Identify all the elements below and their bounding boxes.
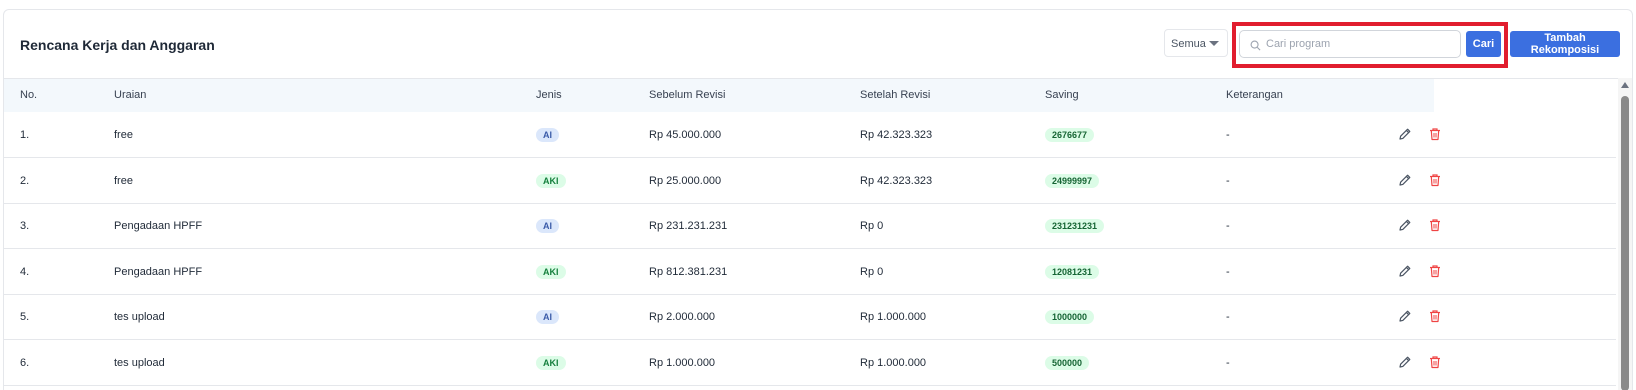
cell-setelah-revisi: Rp 0 xyxy=(860,220,884,232)
jenis-badge: AI xyxy=(536,128,559,142)
cell-setelah-revisi: Rp 1.000.000 xyxy=(860,311,927,323)
chevron-down-icon xyxy=(1209,41,1219,46)
cell-sebelum-revisi: Rp 2.000.000 xyxy=(649,311,716,323)
trash-icon[interactable] xyxy=(1427,263,1443,279)
search-icon xyxy=(1250,38,1261,56)
page-title: Rencana Kerja dan Anggaran xyxy=(20,37,215,53)
cell-uraian: tes upload xyxy=(114,311,165,323)
saving-badge: 12081231 xyxy=(1045,264,1100,279)
cell-no: 4. xyxy=(20,265,30,278)
table-header: No. Uraian Jenis Sebelum Revisi Setelah … xyxy=(4,79,1434,112)
cell-keterangan: - xyxy=(1226,174,1230,187)
saving-badge: 500000 xyxy=(1045,355,1090,370)
cell-sebelum-revisi: Rp 25.000.000 xyxy=(649,174,722,187)
cell-keterangan: - xyxy=(1226,265,1230,278)
column-header-jenis: Jenis xyxy=(536,89,562,101)
cell-no: 2. xyxy=(20,174,30,187)
column-header-no: No. xyxy=(20,89,38,101)
table-row: 2. free AKI Rp 25.000.000 Rp 42.323.323 24999… xyxy=(4,158,1616,204)
jenis-badge: AKI xyxy=(536,355,566,370)
cell-uraian: free xyxy=(114,129,133,141)
table-row: 6. tes upload AKI Rp 1.000.000 Rp 1.000.000 5… xyxy=(4,340,1616,386)
pencil-icon[interactable] xyxy=(1397,308,1413,324)
cell-keterangan: - xyxy=(1226,220,1230,232)
search-box[interactable] xyxy=(1239,30,1461,58)
saving-badge: 1000000 xyxy=(1045,310,1095,324)
jenis-badge: AI xyxy=(536,310,559,324)
cell-sebelum-revisi: Rp 231.231.231 xyxy=(649,220,728,232)
trash-icon[interactable] xyxy=(1427,217,1443,233)
search-input[interactable] xyxy=(1266,35,1451,53)
trash-icon[interactable] xyxy=(1427,308,1443,324)
cell-setelah-revisi: Rp 42.323.323 xyxy=(860,174,933,187)
cell-setelah-revisi: Rp 1.000.000 xyxy=(860,356,927,369)
saving-badge: 231231231 xyxy=(1045,219,1105,233)
column-header-keterangan: Keterangan xyxy=(1226,89,1283,101)
cell-no: 3. xyxy=(20,220,30,232)
rka-card: Rencana Kerja dan Anggaran Semua Cari Ta… xyxy=(3,9,1633,390)
column-header-sebelum-revisi: Sebelum Revisi xyxy=(649,89,726,101)
scroll-up-arrow-icon[interactable] xyxy=(1621,82,1629,88)
pencil-icon[interactable] xyxy=(1397,126,1413,142)
jenis-badge: AKI xyxy=(536,173,566,188)
trash-icon[interactable] xyxy=(1427,172,1443,188)
column-header-saving: Saving xyxy=(1045,89,1079,101)
jenis-filter-select[interactable]: Semua xyxy=(1164,29,1228,57)
scroll-thumb[interactable] xyxy=(1621,96,1629,390)
trash-icon[interactable] xyxy=(1427,354,1443,370)
table-row: 5. tes upload AI Rp 2.000.000 Rp 1.000.000 10… xyxy=(4,294,1616,340)
cell-no: 1. xyxy=(20,129,30,141)
jenis-badge: AKI xyxy=(536,264,566,279)
saving-badge: 24999997 xyxy=(1045,173,1100,188)
data-table: No. Uraian Jenis Sebelum Revisi Setelah … xyxy=(4,78,1632,390)
cell-keterangan: - xyxy=(1226,311,1230,323)
search-button[interactable]: Cari xyxy=(1466,31,1501,57)
table-row: 4. Pengadaan HPFF AKI Rp 812.381.231 Rp 0 120… xyxy=(4,249,1616,295)
saving-badge: 2676677 xyxy=(1045,128,1095,142)
pencil-icon[interactable] xyxy=(1397,263,1413,279)
pencil-icon[interactable] xyxy=(1397,172,1413,188)
cell-sebelum-revisi: Rp 45.000.000 xyxy=(649,129,722,141)
cell-no: 6. xyxy=(20,356,30,369)
pencil-icon[interactable] xyxy=(1397,217,1413,233)
cell-no: 5. xyxy=(20,311,30,323)
table-row: 1. free AI Rp 45.000.000 Rp 42.323.323 267667… xyxy=(4,112,1616,158)
trash-icon[interactable] xyxy=(1427,126,1443,142)
card-header: Rencana Kerja dan Anggaran Semua Cari Ta… xyxy=(4,10,1632,78)
cell-sebelum-revisi: Rp 1.000.000 xyxy=(649,356,716,369)
jenis-badge: AI xyxy=(536,219,559,233)
cell-uraian: tes upload xyxy=(114,356,165,369)
table-row: 3. Pengadaan HPFF AI Rp 231.231.231 Rp 0 2312… xyxy=(4,203,1616,249)
cell-setelah-revisi: Rp 0 xyxy=(860,265,884,278)
cell-uraian: free xyxy=(114,174,133,187)
pencil-icon[interactable] xyxy=(1397,354,1413,370)
cell-sebelum-revisi: Rp 812.381.231 xyxy=(649,265,728,278)
cell-keterangan: - xyxy=(1226,129,1230,141)
add-recomposition-button[interactable]: Tambah Rekomposisi xyxy=(1510,31,1620,57)
column-header-setelah-revisi: Setelah Revisi xyxy=(860,89,931,101)
filter-value: Semua xyxy=(1171,38,1206,50)
cell-uraian: Pengadaan HPFF xyxy=(114,220,203,232)
cell-uraian: Pengadaan HPFF xyxy=(114,265,203,278)
column-header-uraian: Uraian xyxy=(114,89,147,101)
vertical-scrollbar[interactable] xyxy=(1618,78,1632,390)
cell-keterangan: - xyxy=(1226,356,1230,369)
cell-setelah-revisi: Rp 42.323.323 xyxy=(860,129,933,141)
